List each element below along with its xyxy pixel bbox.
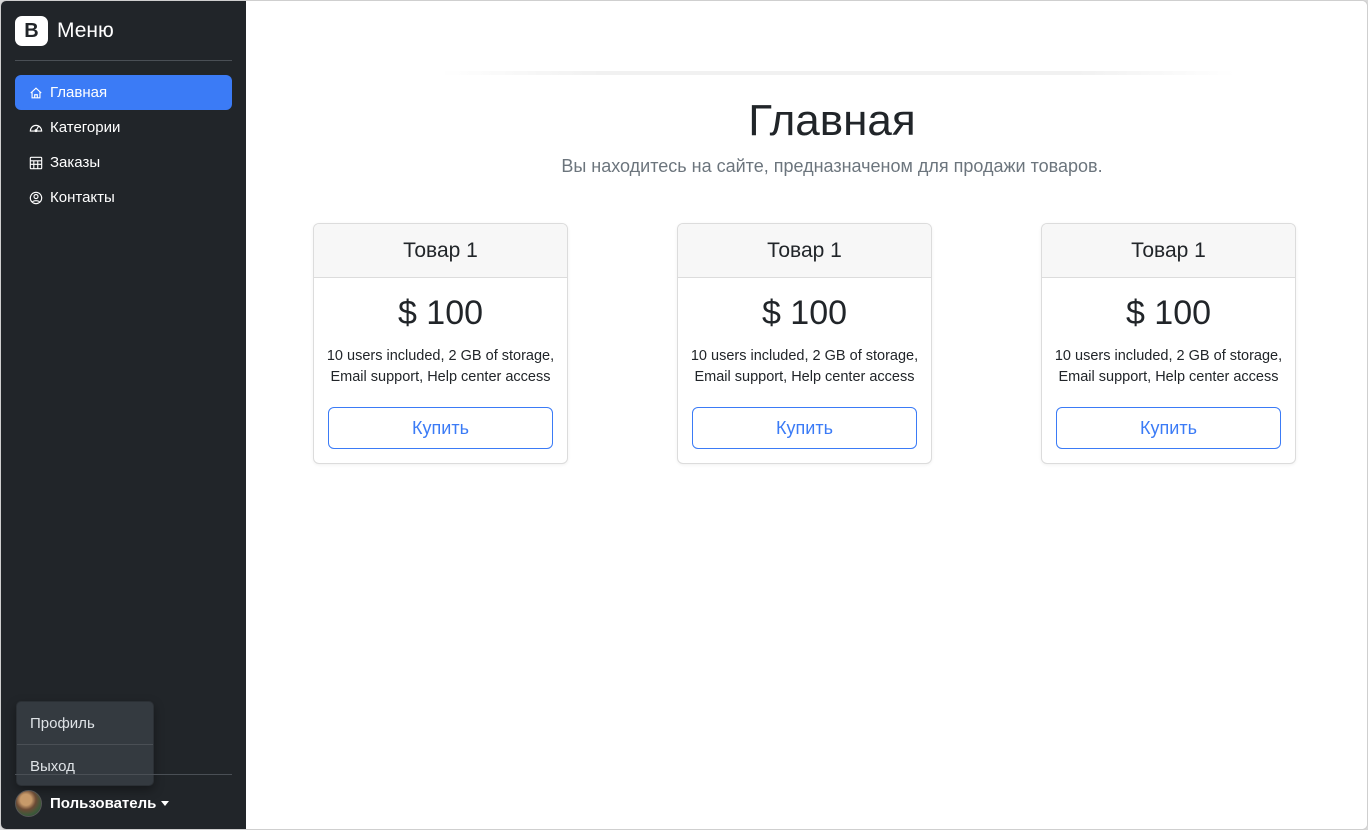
sidebar: B Меню Главная Категории Заказы Контакты… [1, 1, 246, 829]
card-description-line: Email support, Help center access [694, 369, 915, 385]
hero-divider [441, 71, 1236, 75]
sidebar-item-label: Главная [50, 84, 108, 101]
speedometer-icon [29, 124, 43, 132]
card-title: Товар 1 [314, 224, 567, 278]
home-icon [30, 86, 42, 98]
user-menu-toggle[interactable]: Пользователь [15, 789, 170, 817]
sidebar-nav: Главная Категории Заказы Контакты [15, 75, 232, 215]
menu-item-profile[interactable]: Профиль [17, 702, 153, 744]
person-circle-icon [29, 191, 43, 204]
sidebar-item-home[interactable]: Главная [15, 75, 232, 110]
buy-button[interactable]: Купить [328, 407, 553, 449]
sidebar-divider-top [15, 60, 232, 61]
sidebar-item-label: Заказы [50, 154, 101, 171]
buy-button[interactable]: Купить [692, 407, 917, 449]
main-content: Главная Вы находитесь на сайте, предназн… [246, 1, 1367, 829]
sidebar-item-contacts[interactable]: Контакты [15, 180, 232, 215]
buy-button[interactable]: Купить [1056, 407, 1281, 449]
brand[interactable]: B Меню [15, 15, 114, 47]
product-card: Товар 1 $ 100 10 users included, 2 GB of… [313, 223, 568, 464]
page-title: Главная [748, 96, 916, 145]
card-title: Товар 1 [1042, 224, 1295, 278]
card-description-line: Email support, Help center access [330, 369, 551, 385]
sidebar-item-orders[interactable]: Заказы [15, 145, 232, 180]
app-window: B Меню Главная Категории Заказы Контакты… [0, 0, 1368, 830]
card-description-line: 10 users included, 2 GB of storage, [1054, 348, 1283, 364]
card-title: Товар 1 [678, 224, 931, 278]
card-description-line: 10 users included, 2 GB of storage, [690, 348, 919, 364]
card-description-line: 10 users included, 2 GB of storage, [326, 348, 555, 364]
card-description-line: Email support, Help center access [1058, 369, 1279, 385]
page-lead: Вы находитесь на сайте, предназначеном д… [561, 156, 1103, 176]
card-price: $ 100 [761, 294, 848, 332]
menu-item-logout[interactable]: Выход [17, 745, 153, 787]
card-price: $ 100 [397, 294, 484, 332]
sidebar-divider-bottom [15, 774, 232, 775]
sidebar-item-categories[interactable]: Категории [15, 110, 232, 145]
user-name: Пользователь [50, 794, 157, 812]
card-description: 10 users included, 2 GB of storage, Emai… [678, 346, 931, 388]
table-icon [29, 156, 43, 169]
brand-title: Меню [57, 19, 114, 42]
card-description: 10 users included, 2 GB of storage, Emai… [314, 346, 567, 388]
product-card: Товар 1 $ 100 10 users included, 2 GB of… [677, 223, 932, 464]
product-card: Товар 1 $ 100 10 users included, 2 GB of… [1041, 223, 1296, 464]
avatar [15, 789, 42, 817]
bootstrap-logo-icon: B [15, 16, 48, 46]
sidebar-item-label: Контакты [50, 189, 115, 206]
caret-down-icon [161, 800, 170, 806]
sidebar-item-label: Категории [50, 119, 121, 136]
card-price: $ 100 [1125, 294, 1212, 332]
card-description: 10 users included, 2 GB of storage, Emai… [1042, 346, 1295, 388]
